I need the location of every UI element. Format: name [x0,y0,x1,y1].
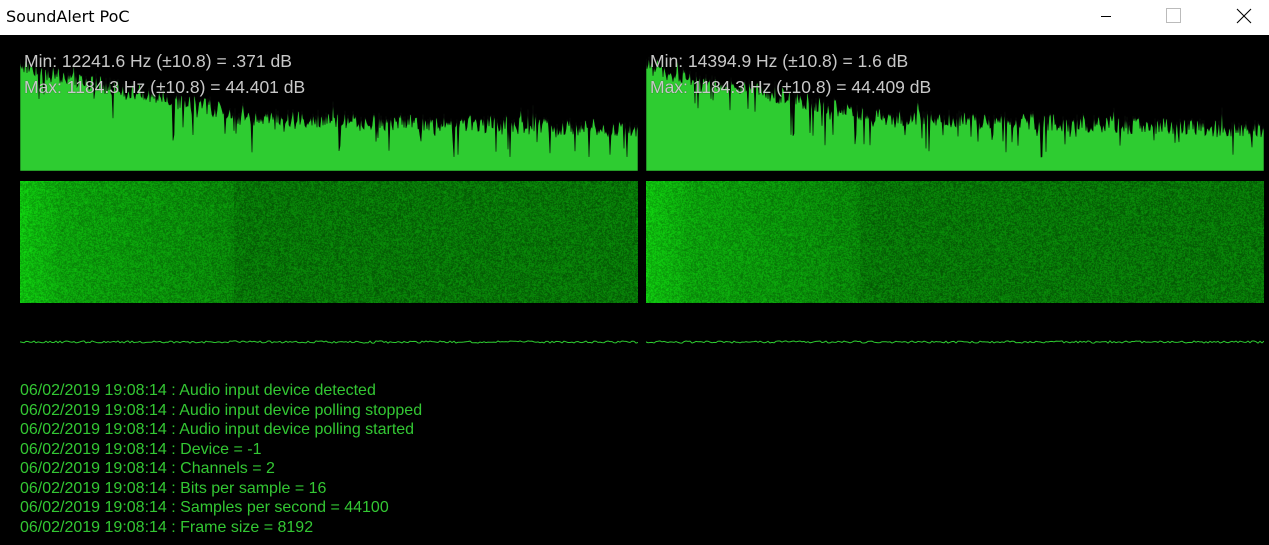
app-window: SoundAlert PoC Min: 12241.6 Hz (±10.8) =… [0,0,1269,545]
spectrum-left: Min: 12241.6 Hz (±10.8) = .371 dB Max: 1… [20,45,638,181]
log-line: 06/02/2019 19:08:14 : Audio input device… [20,382,376,399]
maximize-button[interactable] [1149,0,1195,33]
maximize-icon [1166,8,1181,23]
spectrum-left-min-label: Min: 12241.6 Hz (±10.8) = .371 dB [24,51,292,71]
waveform-line [20,340,638,344]
spectrogram-right [646,181,1264,303]
close-icon [1236,8,1252,24]
spectrum-right-min-label: Min: 14394.9 Hz (±10.8) = 1.6 dB [650,51,909,71]
waveform-left [20,340,638,344]
waveform-line [646,340,1264,344]
close-button[interactable] [1220,0,1266,33]
title-bar[interactable]: SoundAlert PoC [0,0,1269,35]
log-line: 06/02/2019 19:08:14 : Bits per sample = … [20,479,327,497]
spectrum-left-max-label: Max: 1184.3 Hz (±10.8) = 44.401 dB [24,77,306,97]
minimize-icon [1101,16,1111,17]
spectrum-right: Min: 14394.9 Hz (±10.8) = 1.6 dB Max: 11… [646,45,1264,181]
waveform-right [646,340,1264,344]
spectrum-area [20,58,638,171]
window-title: SoundAlert PoC [6,7,130,26]
event-log: 06/02/2019 19:08:14 : Audio input device… [20,381,720,537]
log-line: 06/02/2019 19:08:14 : Frame size = 8192 [20,518,314,536]
log-line: 06/02/2019 19:08:14 : Audio input device… [20,421,415,438]
log-line: 06/02/2019 19:08:14 : Device = -1 [20,440,262,458]
minimize-button[interactable] [1083,0,1129,33]
spectrum-area [646,56,1264,171]
spectrogram-left-canvas [20,181,638,303]
spectrogram-right-canvas [646,181,1264,303]
log-line: 06/02/2019 19:08:14 : Channels = 2 [20,460,275,477]
spectrum-right-max-label: Max: 1184.3 Hz (±10.8) = 44.409 dB [650,77,932,97]
spectrogram-left [20,181,638,303]
client-area: Min: 12241.6 Hz (±10.8) = .371 dB Max: 1… [0,35,1269,545]
log-line: 06/02/2019 19:08:14 : Audio input device… [20,401,423,419]
log-line: 06/02/2019 19:08:14 : Samples per second… [20,499,389,516]
